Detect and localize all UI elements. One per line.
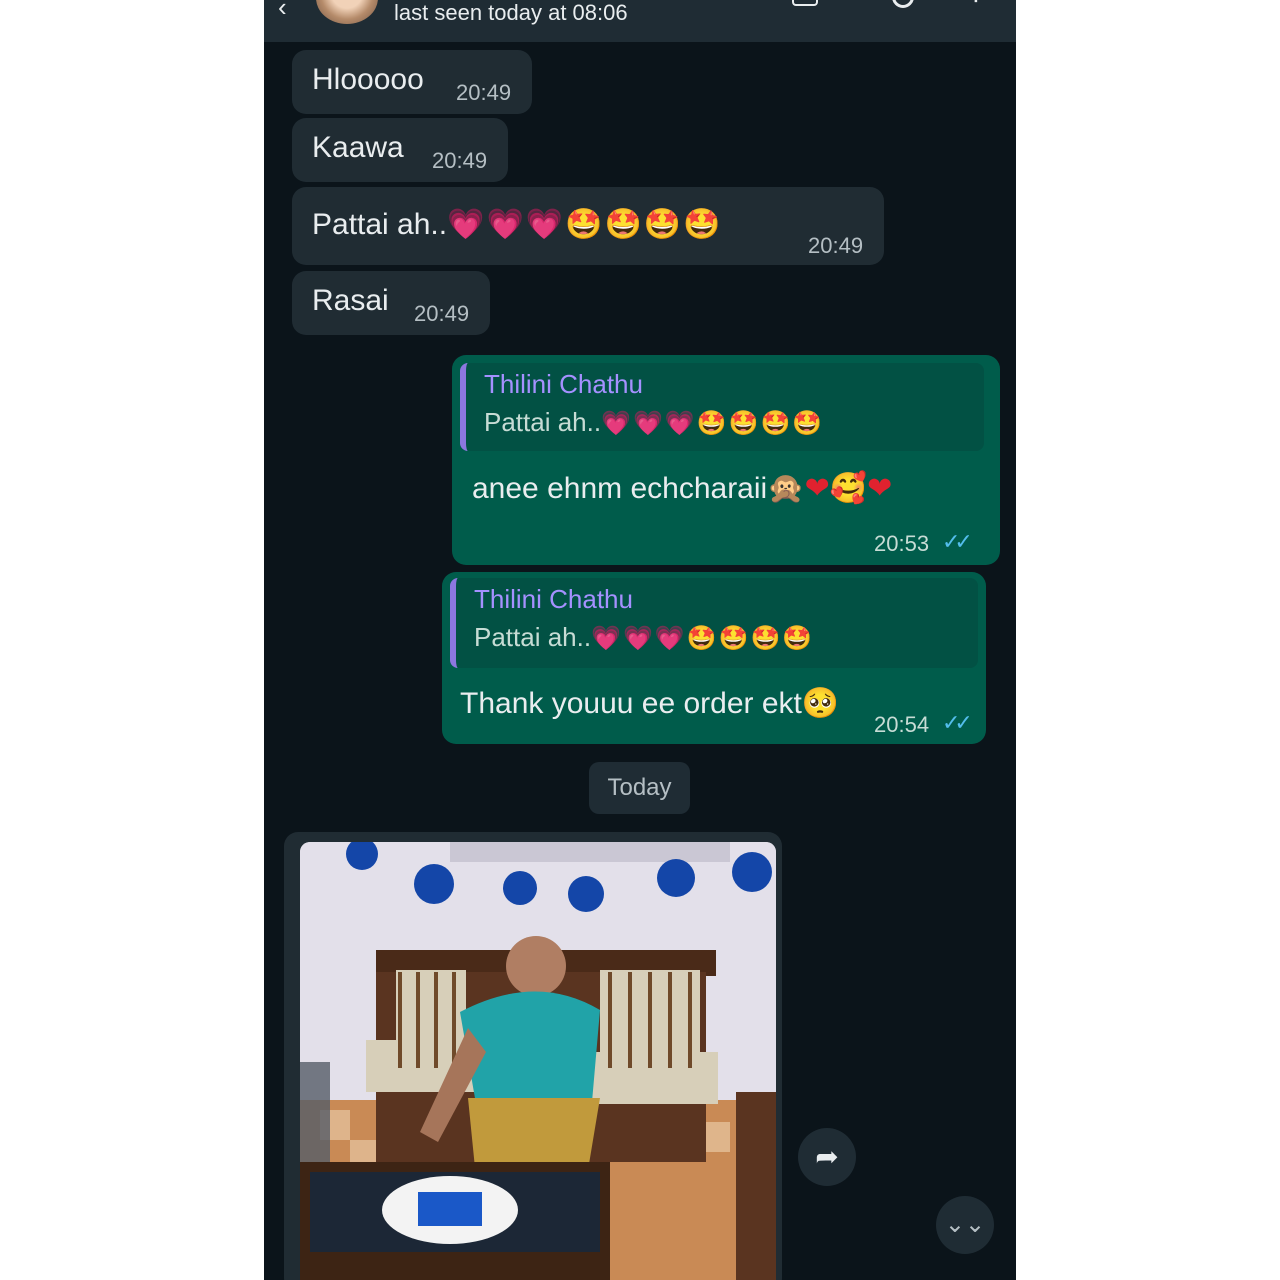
heart-emoji-icon: 💗💗💗 xyxy=(601,409,697,437)
incoming-message[interactable]: Hlooooo 20:49 xyxy=(292,50,532,114)
phone-call-icon[interactable] xyxy=(892,0,914,8)
heart-emoji-icon: 💗💗💗 xyxy=(447,207,566,242)
message-time: 20:49 xyxy=(456,80,512,105)
message-text: Thank youuu ee order ekt🥺 xyxy=(460,686,839,722)
message-text: Hlooooo xyxy=(312,63,424,96)
star-struck-emoji-icon: 🤩🤩🤩🤩 xyxy=(686,624,815,652)
quoted-message[interactable]: Thilini Chathu Pattai ah..💗💗💗🤩🤩🤩🤩 xyxy=(460,363,984,451)
heart-emoji-icon: 💗💗💗 xyxy=(591,624,687,652)
scroll-down-icon[interactable]: ⌄⌄ xyxy=(936,1196,994,1254)
quoted-message[interactable]: Thilini Chathu Pattai ah..💗💗💗🤩🤩🤩🤩 xyxy=(450,578,978,668)
smiling-face-with-hearts-emoji-icon: 🥰 xyxy=(829,471,868,506)
message-text: anee ehnm echcharaii🙊❤🥰❤ xyxy=(472,471,892,507)
incoming-message[interactable]: Pattai ah..💗💗💗🤩🤩🤩🤩 20:49 xyxy=(292,187,884,265)
back-arrow-icon[interactable]: ‹ xyxy=(278,0,287,23)
message-time: 20:53 xyxy=(874,531,930,556)
pleading-face-emoji-icon: 🥺 xyxy=(801,686,840,721)
video-call-icon[interactable] xyxy=(792,0,818,6)
incoming-message[interactable]: Kaawa 20:49 xyxy=(292,118,508,182)
chat-screen: ‹ last seen today at 08:06 ⋮ Hlooooo 20:… xyxy=(264,0,1016,1280)
quoted-text-content: Pattai ah.. xyxy=(484,407,602,437)
message-text-content: Pattai ah.. xyxy=(312,208,448,241)
read-receipt-icon: ✓✓ xyxy=(942,710,973,735)
star-struck-emoji-icon: 🤩🤩🤩🤩 xyxy=(565,207,723,242)
star-struck-emoji-icon: 🤩🤩🤩🤩 xyxy=(696,409,825,437)
message-time: 20:49 xyxy=(808,233,864,258)
quoted-text-content: Pattai ah.. xyxy=(474,622,592,652)
last-seen-status: last seen today at 08:06 xyxy=(394,0,628,25)
message-text: Pattai ah..💗💗💗🤩🤩🤩🤩 xyxy=(312,207,723,243)
incoming-message[interactable]: Rasai 20:49 xyxy=(292,271,490,335)
message-time: 20:54 xyxy=(874,712,930,737)
red-heart-emoji-icon: ❤ xyxy=(804,471,830,506)
message-time: 20:49 xyxy=(432,148,488,173)
message-text-content: Thank youuu ee order ekt xyxy=(460,687,802,720)
message-text-content: anee ehnm echcharaii xyxy=(472,472,768,505)
outgoing-message[interactable]: Thilini Chathu Pattai ah..💗💗💗🤩🤩🤩🤩 anee e… xyxy=(452,355,1000,565)
photo[interactable] xyxy=(300,842,776,1280)
quoted-text: Pattai ah..💗💗💗🤩🤩🤩🤩 xyxy=(484,407,824,438)
quoted-text: Pattai ah..💗💗💗🤩🤩🤩🤩 xyxy=(474,622,814,653)
quoted-sender-name: Thilini Chathu xyxy=(474,584,633,614)
message-text: Rasai xyxy=(312,284,389,317)
outgoing-message[interactable]: Thilini Chathu Pattai ah..💗💗💗🤩🤩🤩🤩 Thank … xyxy=(442,572,986,744)
date-divider: Today xyxy=(589,762,690,814)
read-receipt-icon: ✓✓ xyxy=(942,529,973,554)
see-no-evil-monkey-emoji-icon: 🙊 xyxy=(767,471,805,506)
quoted-sender-name: Thilini Chathu xyxy=(484,369,643,399)
image-icon xyxy=(300,842,776,1280)
message-text: Kaawa xyxy=(312,131,404,164)
avatar[interactable] xyxy=(316,0,378,24)
forward-icon[interactable]: ➦ xyxy=(798,1128,856,1186)
chat-header: ‹ last seen today at 08:06 ⋮ xyxy=(264,0,1016,42)
image-message[interactable] xyxy=(284,832,782,1280)
red-heart-emoji-icon: ❤ xyxy=(867,471,893,506)
message-time: 20:49 xyxy=(414,301,470,326)
